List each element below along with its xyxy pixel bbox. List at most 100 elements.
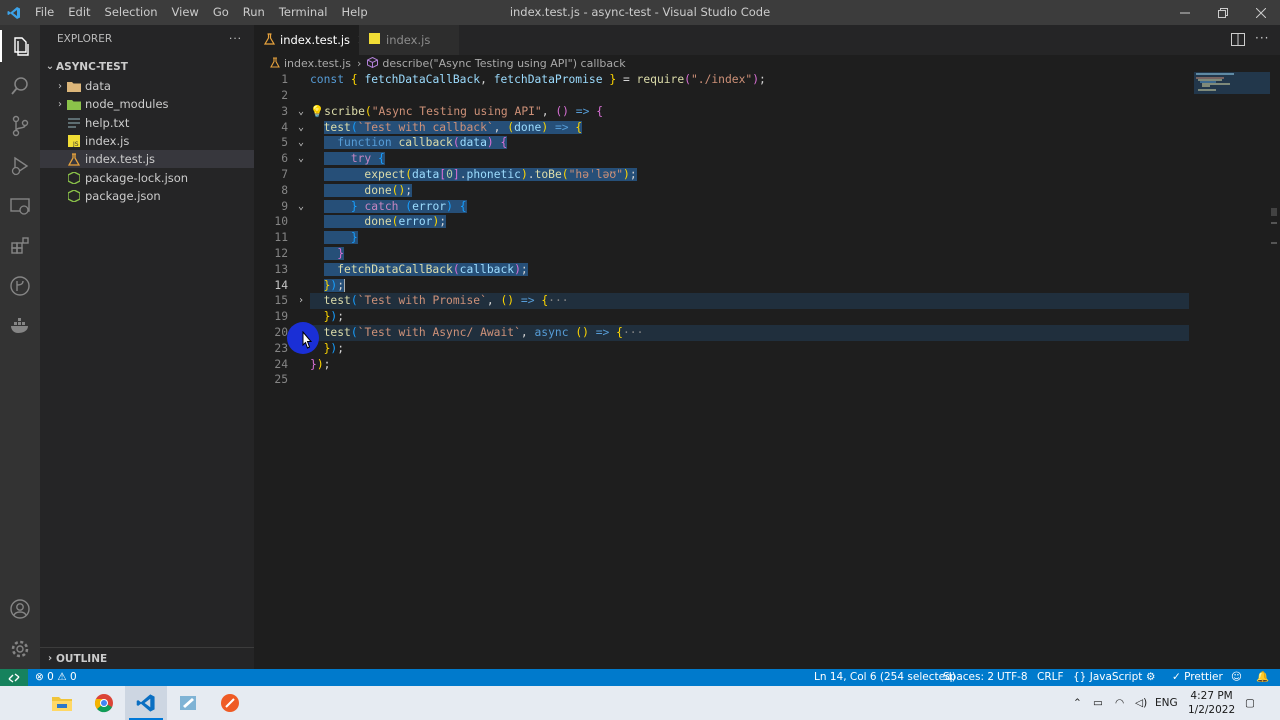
tab-index-test-js[interactable]: index.test.js × bbox=[254, 25, 368, 55]
extensions-icon[interactable] bbox=[0, 226, 40, 266]
volume-icon[interactable]: ◁) bbox=[1135, 686, 1147, 720]
chevron-down-icon[interactable]: ⌄ bbox=[294, 151, 308, 167]
menu-view[interactable]: View bbox=[165, 0, 206, 25]
code-editor[interactable]: 1 const { fetchDataCallBack, fetchDataPr… bbox=[254, 72, 1280, 669]
explorer-icon[interactable] bbox=[0, 26, 40, 66]
breadcrumb-symbol[interactable]: describe("Async Testing using API") call… bbox=[382, 57, 625, 70]
line-number: 1 bbox=[281, 73, 288, 86]
tab-label: index.test.js bbox=[280, 33, 351, 47]
minimize-button[interactable] bbox=[1166, 0, 1204, 25]
chevron-right-icon: › bbox=[58, 98, 62, 110]
source-control-icon[interactable] bbox=[0, 106, 40, 146]
code-text: test(`Test with Async/ Await`, async () … bbox=[323, 325, 644, 339]
line-number: 12 bbox=[274, 246, 288, 260]
line-number: 7 bbox=[281, 167, 288, 181]
code-text: } bbox=[310, 246, 345, 262]
indentation-setting[interactable]: Spaces: 2 bbox=[943, 669, 994, 686]
code-line: 20 › test(`Test with Async/ Await`, asyn… bbox=[254, 324, 1189, 341]
chevron-down-icon[interactable]: ⌄ bbox=[294, 199, 308, 215]
problems-indicator[interactable]: ⊗ 0 ⚠ 0 bbox=[35, 669, 77, 686]
chevron-down-icon[interactable]: ⌄ bbox=[294, 120, 308, 136]
javascript-file-icon bbox=[369, 33, 380, 47]
code-line: 7 expect(data[0].phonetic).toBe("həˈləʊ"… bbox=[254, 167, 1189, 183]
line-number: 2 bbox=[281, 89, 288, 102]
app-window-icon[interactable] bbox=[167, 686, 209, 720]
action-center-icon[interactable]: ▢ bbox=[1245, 686, 1255, 720]
search-icon[interactable] bbox=[0, 66, 40, 106]
file-explorer-icon[interactable] bbox=[41, 686, 83, 720]
maximize-button[interactable] bbox=[1204, 0, 1242, 25]
chevron-down-icon[interactable]: ⌄ bbox=[294, 135, 308, 151]
code-text: done(); bbox=[310, 183, 413, 199]
postman-icon[interactable] bbox=[209, 686, 251, 720]
tree-item-label: node_modules bbox=[85, 97, 169, 112]
battery-icon[interactable]: ▭ bbox=[1093, 686, 1103, 720]
lightbulb-icon[interactable]: 💡 bbox=[310, 105, 324, 118]
workspace-folder[interactable]: ⌄ ASYNC-TEST bbox=[40, 57, 254, 77]
menu-selection[interactable]: Selection bbox=[98, 0, 165, 25]
vscode-taskbar-icon[interactable] bbox=[125, 686, 167, 720]
remote-explorer-icon[interactable] bbox=[0, 186, 40, 226]
live-share-icon[interactable]: ⚙ bbox=[1146, 669, 1155, 686]
line-number: 9 bbox=[281, 199, 288, 213]
test-flask-icon bbox=[66, 152, 82, 166]
tree-item-data[interactable]: › data bbox=[40, 77, 254, 95]
explorer-title: EXPLORER bbox=[57, 33, 113, 45]
chevron-right-icon[interactable]: › bbox=[294, 293, 308, 309]
menu-help[interactable]: Help bbox=[334, 0, 374, 25]
chrome-icon[interactable] bbox=[83, 686, 125, 720]
encoding-setting[interactable]: UTF-8 bbox=[997, 669, 1028, 686]
tab-index-js[interactable]: index.js bbox=[359, 25, 459, 55]
tree-item-package-json[interactable]: package.json bbox=[40, 187, 254, 205]
tree-item-index-test-js[interactable]: index.test.js bbox=[40, 150, 254, 169]
chevron-down-icon[interactable]: ⌄ bbox=[294, 104, 308, 120]
editor-scrollbar[interactable] bbox=[1268, 72, 1280, 669]
notifications-bell-icon[interactable]: 🔔 bbox=[1256, 669, 1269, 686]
git-graph-icon[interactable] bbox=[0, 266, 40, 306]
clock[interactable]: 4:27 PM 1/2/2022 bbox=[1188, 689, 1235, 717]
code-line: 4 ⌄ test(`Test with callback`, (done) =>… bbox=[254, 120, 1189, 136]
chevron-up-icon[interactable]: ⌃ bbox=[1073, 686, 1082, 720]
editor-more-actions-icon[interactable]: ··· bbox=[1255, 31, 1269, 45]
code-text: } catch (error) { bbox=[310, 199, 467, 215]
more-actions-icon[interactable]: ··· bbox=[229, 25, 242, 54]
tree-item-index-js[interactable]: JS index.js bbox=[40, 132, 254, 150]
code-line: 14 }); bbox=[254, 278, 1189, 294]
remote-indicator-icon[interactable] bbox=[0, 669, 28, 686]
tree-item-package-lock-json[interactable]: package-lock.json bbox=[40, 168, 254, 186]
accounts-icon[interactable] bbox=[0, 589, 40, 629]
tree-item-label: index.js bbox=[85, 134, 130, 149]
menu-run[interactable]: Run bbox=[236, 0, 272, 25]
explorer-sidebar: EXPLORER ··· ⌄ ASYNC-TEST › data › node_… bbox=[40, 25, 254, 669]
breadcrumb-file[interactable]: index.test.js bbox=[284, 57, 351, 70]
input-language[interactable]: ENG bbox=[1155, 686, 1178, 720]
close-window-button[interactable] bbox=[1242, 0, 1280, 25]
prettier-status[interactable]: ✓ Prettier bbox=[1172, 669, 1223, 686]
language-mode[interactable]: {} JavaScript bbox=[1073, 669, 1142, 686]
workspace-folder-label: ASYNC-TEST bbox=[56, 61, 128, 73]
split-editor-icon[interactable] bbox=[1231, 33, 1245, 49]
tree-item-label: data bbox=[85, 79, 111, 94]
wifi-icon[interactable]: ◠ bbox=[1115, 686, 1124, 720]
feedback-icon[interactable]: ☺ bbox=[1231, 669, 1242, 686]
cube-icon bbox=[367, 56, 379, 71]
eol-setting[interactable]: CRLF bbox=[1037, 669, 1064, 686]
vscode-logo-icon bbox=[0, 0, 28, 25]
menu-terminal[interactable]: Terminal bbox=[272, 0, 335, 25]
settings-gear-icon[interactable] bbox=[0, 629, 40, 669]
docker-icon[interactable] bbox=[0, 306, 40, 346]
code-text: 💡scribe("Async Testing using API", () =>… bbox=[310, 104, 604, 118]
code-line: 24 }); bbox=[254, 357, 1189, 373]
minimap[interactable] bbox=[1194, 72, 1270, 102]
line-number: 23 bbox=[274, 341, 288, 355]
menu-edit[interactable]: Edit bbox=[61, 0, 97, 25]
menu-go[interactable]: Go bbox=[206, 0, 236, 25]
run-debug-icon[interactable] bbox=[0, 146, 40, 186]
cursor-position[interactable]: Ln 14, Col 6 (254 selected) bbox=[814, 669, 956, 686]
code-line: 11 } bbox=[254, 230, 1189, 246]
outline-section[interactable]: › OUTLINE bbox=[40, 647, 254, 669]
tree-item-help-txt[interactable]: help.txt bbox=[40, 114, 254, 132]
menu-file[interactable]: File bbox=[28, 0, 61, 25]
line-number: 13 bbox=[274, 262, 288, 276]
tree-item-node-modules[interactable]: › node_modules bbox=[40, 95, 254, 113]
